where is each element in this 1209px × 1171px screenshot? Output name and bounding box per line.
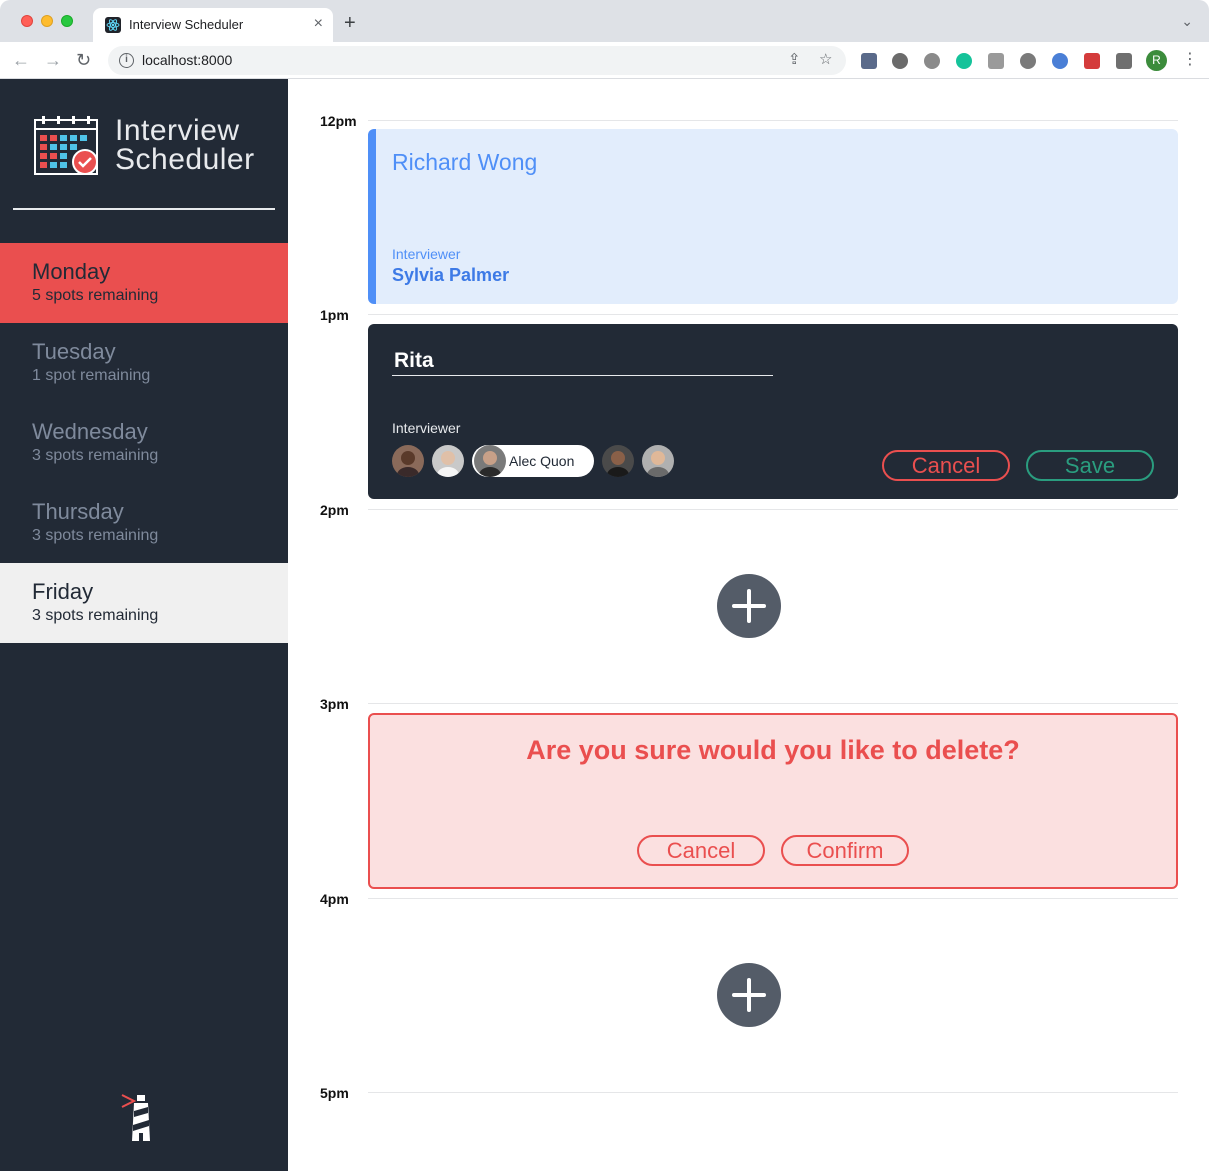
interviewer-avatar [474,445,506,477]
window-minimize-button[interactable] [41,15,53,27]
hour-divider [368,314,1178,315]
interviewer-label: Interviewer [392,246,461,262]
browser-tabstrip: Interview Scheduler × + ⌄ [0,0,1209,42]
day-item-tuesday[interactable]: Tuesday 1 spot remaining [0,323,288,403]
day-spots: 3 spots remaining [32,447,159,464]
tab-close-icon[interactable]: × [314,15,323,33]
appointment-form: Interviewer Alec Quon Cancel Save [368,324,1178,499]
extension-wordpress-icon[interactable] [892,53,908,69]
react-icon [105,17,121,33]
interviewer-avatar[interactable] [432,445,464,477]
day-item-friday[interactable]: Friday 3 spots remaining [0,563,288,643]
app-title-line2: Scheduler [115,143,255,176]
extension-eyedropper-icon[interactable] [861,53,877,69]
interviewer-avatar[interactable] [392,445,424,477]
profile-avatar[interactable]: R [1146,50,1167,71]
browser-toolbar: ← → ↻ i localhost:8000 ⇪ ☆ R ⋮ [0,42,1209,79]
day-name: Wednesday [32,419,148,444]
hour-label: 4pm [320,891,349,907]
interviewer-name: Sylvia Palmer [392,265,510,285]
add-appointment-button[interactable] [717,963,781,1027]
hour-divider [368,1092,1178,1093]
interviewer-avatar[interactable] [602,445,634,477]
address-bar[interactable]: i localhost:8000 ⇪ ☆ [108,46,846,75]
back-arrow-icon[interactable]: ← [12,50,30,70]
appointment-card[interactable]: Richard Wong Interviewer Sylvia Palmer [368,129,1178,304]
sidebar: Interview Scheduler Monday 5 spots remai… [0,79,288,1171]
url-text: localhost:8000 [142,52,233,68]
selected-interviewer-pill[interactable]: Alec Quon [472,445,594,477]
extension-red-icon[interactable] [1084,53,1100,69]
hour-label: 3pm [320,696,349,712]
calendar-logo-icon [34,115,100,182]
day-spots: 3 spots remaining [32,527,159,544]
delete-confirm-card: Are you sure would you like to delete? C… [368,713,1178,889]
student-name: Richard Wong [392,149,538,175]
schedule: 12pm 1pm 2pm 3pm 4pm 5pm Richard Wong In… [288,79,1209,1171]
selected-interviewer-name: Alec Quon [509,453,575,469]
hour-divider [368,898,1178,899]
day-item-thursday[interactable]: Thursday 3 spots remaining [0,483,288,563]
add-appointment-button[interactable] [717,574,781,638]
tab-title: Interview Scheduler [129,17,244,32]
day-spots: 5 spots remaining [32,287,159,304]
site-info-icon[interactable]: i [119,53,134,68]
save-button[interactable]: Save [1026,450,1154,481]
extensions-puzzle-icon[interactable] [1116,53,1132,69]
lighthouse-logo-icon [120,1093,154,1150]
browser-tab[interactable]: Interview Scheduler × [93,8,333,42]
day-name: Monday [32,259,111,284]
app-title: Interview Scheduler [115,114,255,176]
window-maximize-button[interactable] [61,15,73,27]
student-name-input[interactable] [392,346,773,376]
day-spots: 3 spots remaining [32,607,159,624]
hour-label: 12pm [320,113,357,129]
extension-bug-icon[interactable] [1020,53,1036,69]
reload-icon[interactable]: ↻ [76,50,91,70]
interviewer-list-label: Interviewer [392,420,461,436]
cancel-button[interactable]: Cancel [882,450,1010,481]
extension-gear-icon[interactable] [924,53,940,69]
share-icon[interactable]: ⇪ [788,52,801,68]
confirm-message: Are you sure would you like to delete? [526,735,1020,765]
day-item-monday[interactable]: Monday 5 spots remaining [0,243,288,323]
window-close-button[interactable] [21,15,33,27]
day-name: Thursday [32,499,124,524]
extension-grammarly-icon[interactable] [956,53,972,69]
hour-label: 2pm [320,502,349,518]
app-title-line1: Interview [115,114,240,147]
hour-divider [368,703,1178,704]
day-item-wednesday[interactable]: Wednesday 3 spots remaining [0,403,288,483]
new-tab-button[interactable]: + [344,12,356,34]
interviewer-avatar[interactable] [642,445,674,477]
confirm-cancel-button[interactable]: Cancel [637,835,765,866]
day-list: Monday 5 spots remaining Tuesday 1 spot … [0,243,288,643]
confirm-delete-button[interactable]: Confirm [781,835,909,866]
forward-arrow-icon[interactable]: → [44,50,62,70]
extension-blue-icon[interactable] [1052,53,1068,69]
hour-divider [368,509,1178,510]
extension-camera-icon[interactable] [988,53,1004,69]
day-name: Tuesday [32,339,116,364]
day-name: Friday [32,579,94,604]
hour-divider [368,120,1178,121]
day-spots: 1 spot remaining [32,367,151,384]
sidebar-divider [13,208,275,210]
browser-menu-icon[interactable]: ⋮ [1182,51,1198,69]
tab-search-chevron-icon[interactable]: ⌄ [1181,13,1193,30]
bookmark-star-icon[interactable]: ☆ [819,52,832,68]
hour-label: 5pm [320,1085,349,1101]
hour-label: 1pm [320,307,349,323]
